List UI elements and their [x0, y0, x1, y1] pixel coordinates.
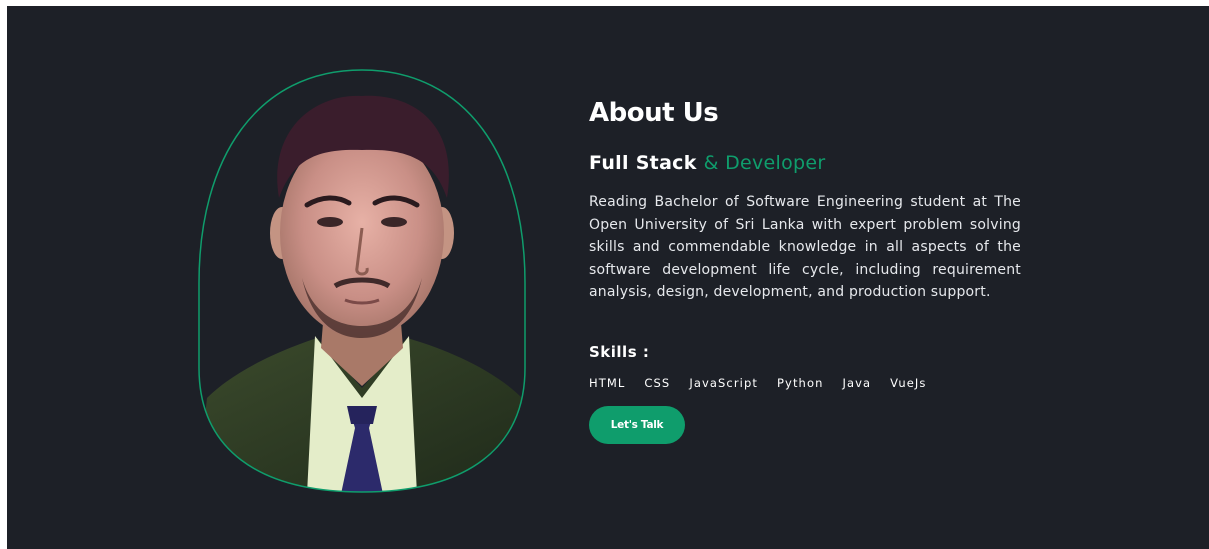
skill-item: VueJs	[890, 375, 927, 390]
about-description: Reading Bachelor of Software Engineering…	[589, 194, 1021, 300]
skill-item: Python	[777, 375, 824, 390]
skills-heading: Skills :	[589, 342, 650, 361]
profile-photo	[197, 68, 527, 494]
lets-talk-button[interactable]: Let's Talk	[589, 405, 685, 444]
skill-item: JavaScript	[689, 375, 758, 390]
subtitle-accent: & Developer	[703, 152, 826, 174]
about-title: About Us	[589, 98, 719, 128]
about-section: About Us Full Stack & Developer Reading …	[7, 6, 1209, 549]
subtitle-main: Full Stack	[589, 152, 697, 174]
skill-item: HTML	[589, 375, 626, 390]
skill-item: CSS	[644, 375, 671, 390]
skill-item: Java	[842, 375, 872, 390]
about-content: About Us Full Stack & Developer Reading …	[589, 94, 1029, 444]
about-subtitle: Full Stack & Developer	[589, 150, 1029, 176]
skills-list: HTML CSS JavaScript Python Java VueJs	[589, 376, 1029, 390]
